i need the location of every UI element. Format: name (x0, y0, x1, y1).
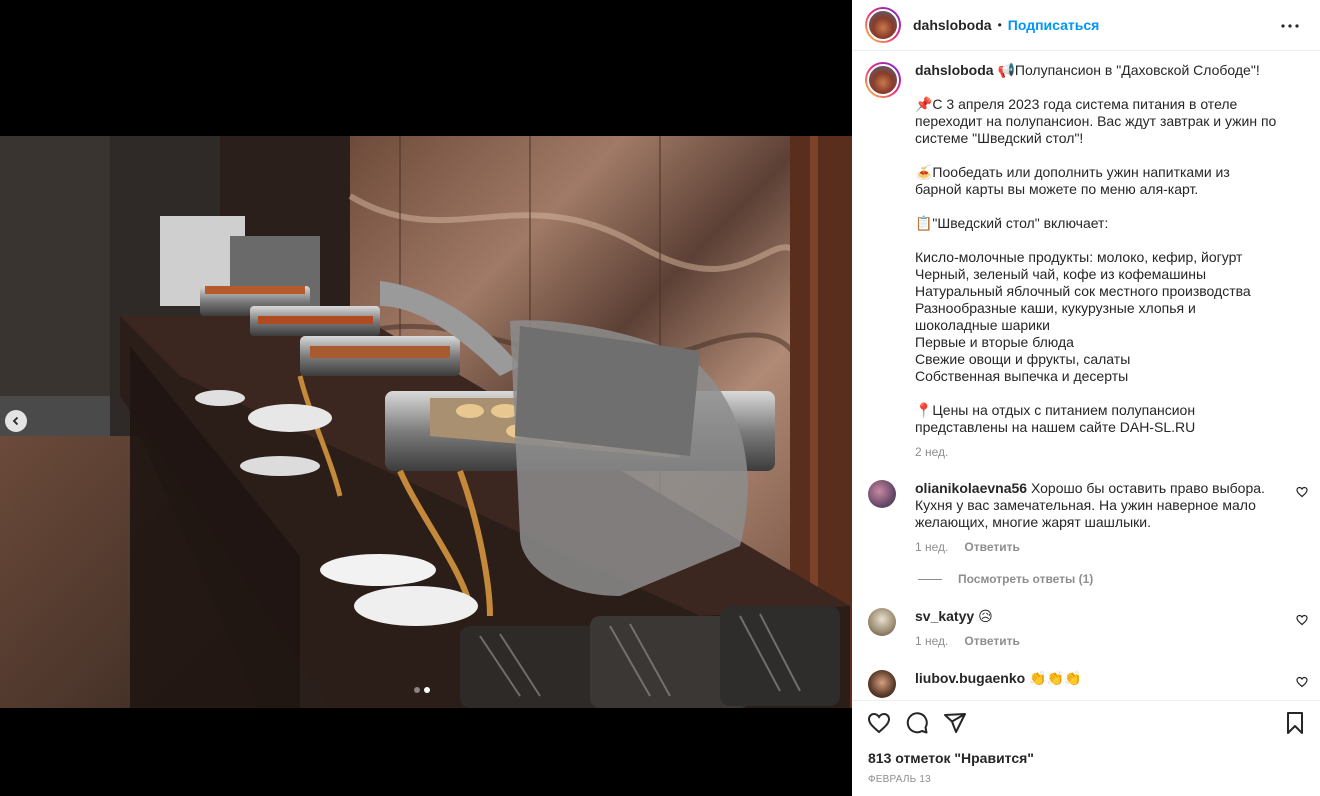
like-icon[interactable] (867, 711, 891, 735)
comment-item: liubov.bugaenko 👏👏👏 (868, 670, 1308, 698)
reply-button[interactable]: Ответить (964, 633, 1019, 650)
carousel-prev-button[interactable] (5, 410, 27, 432)
follow-button[interactable]: Подписаться (1008, 17, 1100, 33)
post-caption: dahsloboda 📢Полупансион в "Даховской Сло… (865, 62, 1277, 461)
likes-count[interactable]: 813 отметок "Нравится" (868, 750, 1034, 766)
view-replies-label: Посмотреть ответы (1) (958, 572, 1094, 586)
avatar[interactable] (868, 480, 896, 508)
post-media (0, 0, 852, 796)
caption-list: Кисло-молочные продукты: молоко, кефир, … (915, 249, 1251, 384)
post-photo (0, 136, 852, 708)
carousel-indicator (414, 687, 430, 693)
comment-time[interactable]: 1 нед. (915, 539, 948, 556)
author-username[interactable]: dahsloboda (913, 17, 992, 33)
caption-paragraph: 📌С 3 апреля 2023 года система питания в … (915, 96, 1281, 146)
chevron-left-icon (12, 416, 19, 426)
comment-item: olianikolaevna56 Хорошо бы оставить прав… (868, 480, 1308, 556)
comments-scroll[interactable]: dahsloboda 📢Полупансион в "Даховской Сло… (852, 52, 1320, 699)
more-icon (1281, 24, 1299, 28)
separator-dot: • (997, 18, 1002, 32)
reply-button[interactable]: Ответить (964, 539, 1019, 556)
comment-item: sv_katyy 😥 1 нед. Ответить (868, 608, 1308, 650)
view-replies-button[interactable]: Посмотреть ответы (1) (918, 572, 1093, 586)
avatar[interactable] (865, 7, 901, 43)
carousel-dot-active (424, 687, 430, 693)
caption-time[interactable]: 2 нед. (915, 444, 1277, 461)
caption-paragraph: 📍Цены на отдых с питанием полупансион пр… (915, 402, 1199, 435)
comment-username[interactable]: sv_katyy (915, 608, 974, 624)
share-icon[interactable] (943, 711, 967, 735)
comment-username[interactable]: olianikolaevna56 (915, 480, 1027, 496)
caption-paragraph: 📋"Шведский стол" включает: (915, 215, 1109, 231)
comment-icon[interactable] (905, 711, 929, 735)
avatar[interactable] (868, 670, 896, 698)
comment-text: 👏👏👏 (1029, 670, 1082, 686)
post-header: dahsloboda • Подписаться (852, 0, 1320, 51)
like-comment-icon[interactable] (1296, 614, 1308, 626)
caption-intro: 📢Полупансион в "Даховской Слободе"! (997, 62, 1260, 78)
comment-username[interactable]: liubov.bugaenko (915, 670, 1025, 686)
carousel-dot (414, 687, 420, 693)
post-panel: dahsloboda • Подписаться dahsloboda 📢Пол… (852, 0, 1320, 796)
caption-paragraph: 🍝Пообедать или дополнить ужин напитками … (915, 164, 1234, 197)
like-comment-icon[interactable] (1296, 676, 1308, 688)
avatar[interactable] (868, 608, 896, 636)
like-comment-icon[interactable] (1296, 486, 1308, 498)
caption-username[interactable]: dahsloboda (915, 62, 994, 78)
avatar[interactable] (865, 62, 901, 98)
bookmark-icon[interactable] (1283, 711, 1307, 735)
comment-time[interactable]: 1 нед. (915, 633, 948, 650)
more-options-button[interactable] (1278, 14, 1302, 38)
comment-text: 😥 (978, 608, 993, 624)
post-actions: 813 отметок "Нравится" ФЕВРАЛЬ 13 (852, 700, 1320, 796)
post-date[interactable]: ФЕВРАЛЬ 13 (868, 774, 931, 785)
